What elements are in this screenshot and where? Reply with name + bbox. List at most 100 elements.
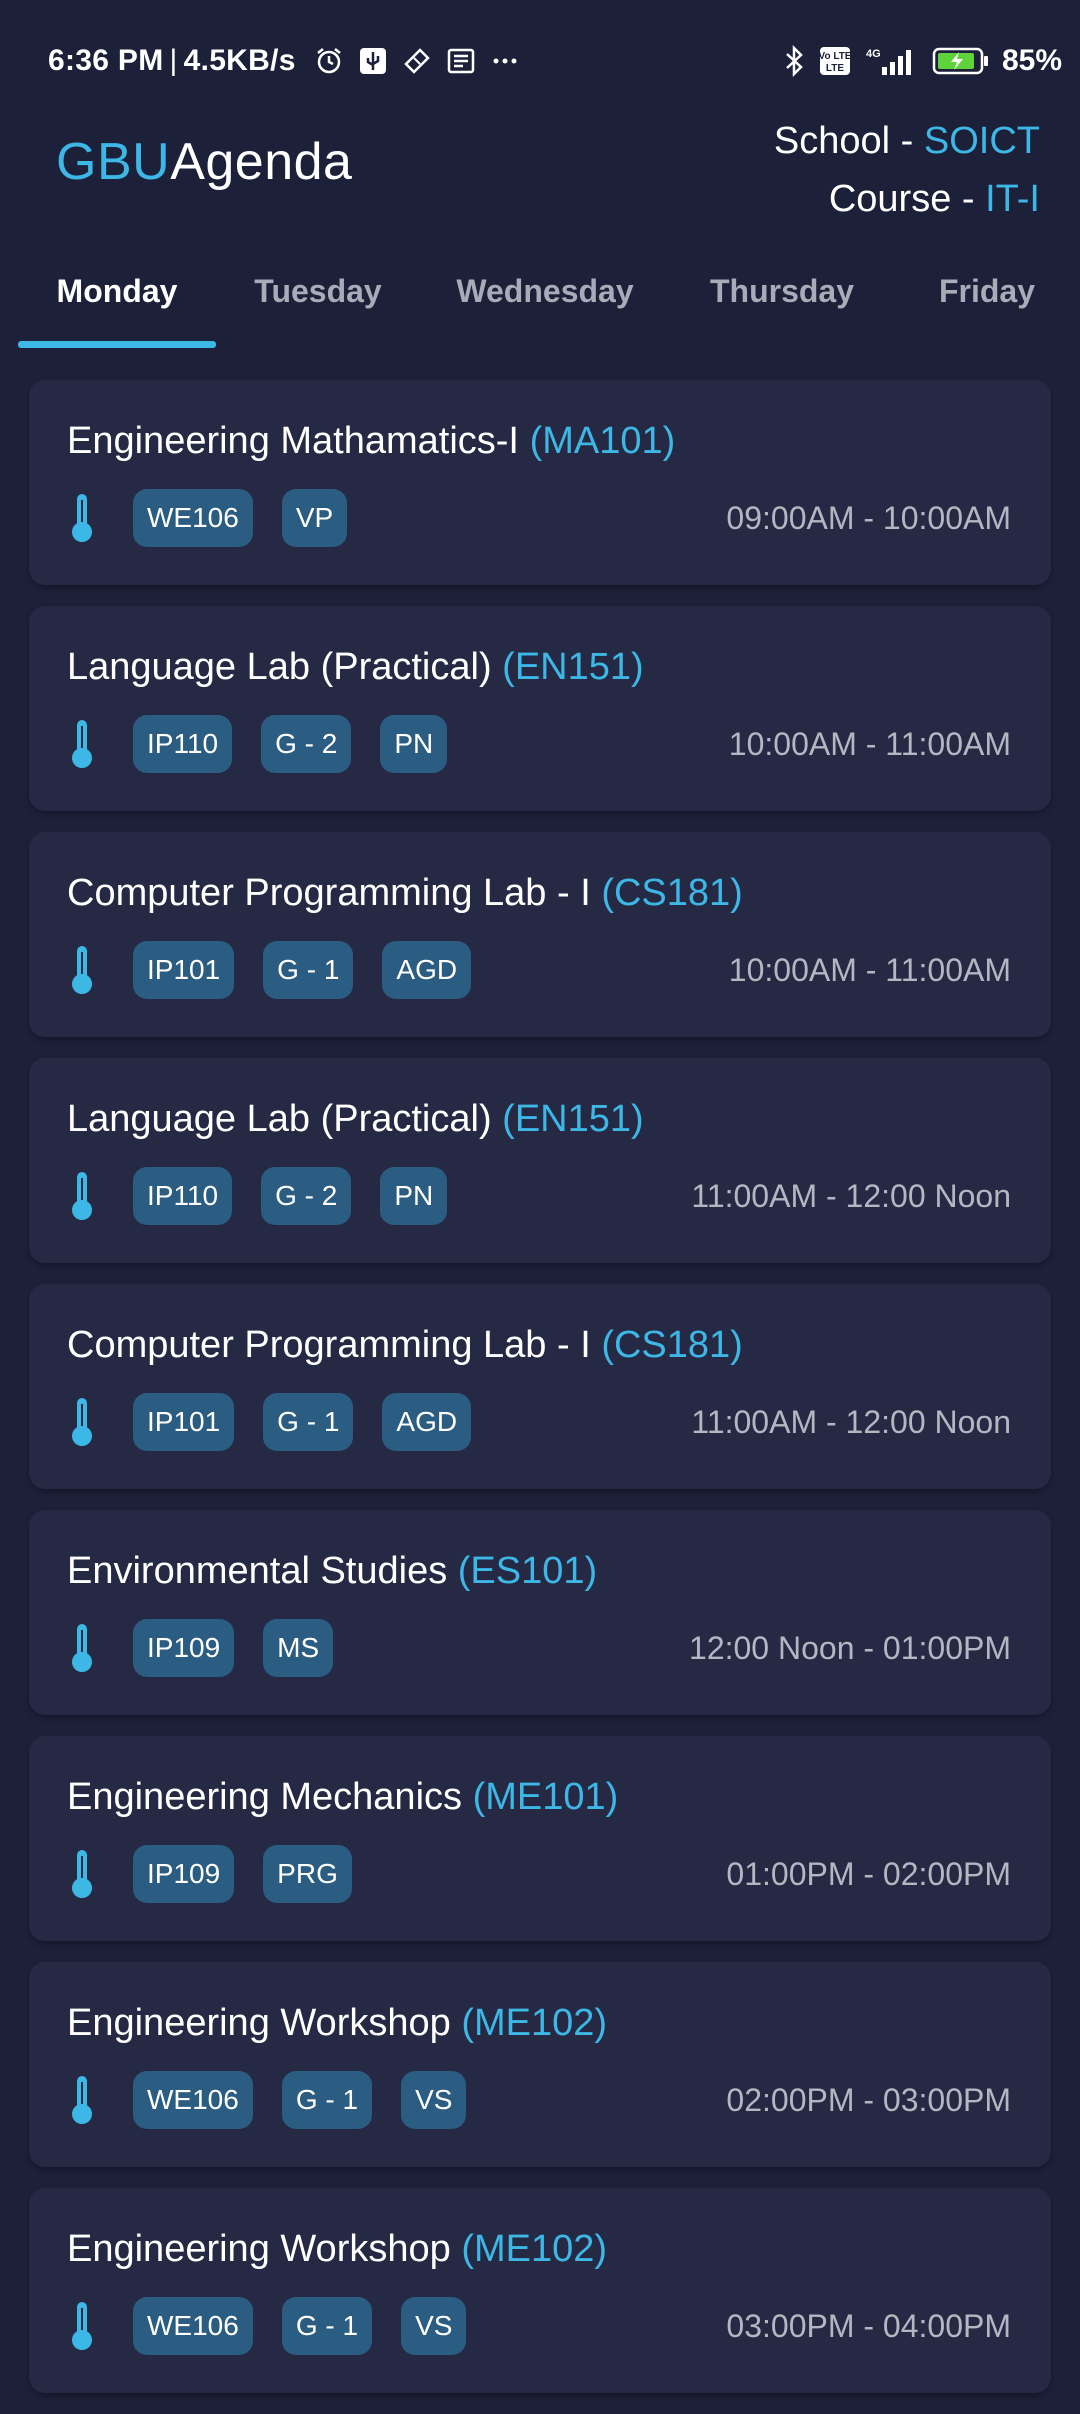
class-title: Computer Programming Lab - I (CS181) — [67, 1324, 743, 1367]
class-tag: IP109 — [133, 1619, 235, 1677]
class-list: Engineering Mathamatics-I (MA101) WE106 VP… — [29, 380, 1051, 2414]
subject-name: Computer Programming Lab - I — [67, 872, 591, 914]
class-details: WE106 VP 09:00AM - 10:00AM — [67, 488, 1011, 548]
clock: 6:36 PM — [48, 44, 164, 77]
class-title: Engineering Mathamatics-I (MA101) — [67, 420, 675, 463]
thermometer-icon — [67, 1620, 97, 1676]
ticket-icon — [400, 44, 434, 78]
subject-name: Computer Programming Lab - I — [67, 1324, 591, 1366]
class-title: Language Lab (Practical) (EN151) — [67, 646, 644, 689]
class-tag: G - 1 — [281, 2071, 373, 2129]
class-card[interactable]: Engineering Mathamatics-I (MA101) WE106 VP… — [29, 380, 1051, 585]
subject-name: Language Lab (Practical) — [67, 646, 492, 688]
day-tabs: Monday Tuesday Wednesday Thursday Friday — [18, 250, 1080, 350]
subject-code: (ME101) — [472, 1776, 619, 1818]
class-tag: G - 2 — [261, 715, 352, 773]
thermometer-icon — [67, 1846, 97, 1902]
network-type: 4G — [866, 48, 881, 60]
thermometer-icon — [67, 490, 97, 546]
tab-tuesday[interactable]: Tuesday — [216, 250, 420, 332]
class-tag: IP110 — [133, 1167, 233, 1225]
tab-thursday[interactable]: Thursday — [670, 250, 894, 332]
class-card[interactable]: Engineering Mechanics (ME101) IP109 PRG 01:… — [29, 1736, 1051, 1941]
course-label: Course - — [828, 178, 986, 220]
app-title: GBUAgenda — [56, 132, 352, 192]
class-tag: IP101 — [133, 1393, 235, 1451]
class-tag: G - 1 — [263, 1393, 354, 1451]
news-icon — [444, 44, 478, 78]
tab-wednesday[interactable]: Wednesday — [420, 250, 670, 332]
class-tag: IP109 — [133, 1845, 235, 1903]
class-tag: MS — [263, 1619, 334, 1677]
school-value: SOICT — [923, 120, 1040, 162]
class-time: 03:00PM - 04:00PM — [726, 2307, 1011, 2344]
class-details: IP109 MS 12:00 Noon - 01:00PM — [67, 1618, 1011, 1678]
class-time: 11:00AM - 12:00 Noon — [691, 1177, 1011, 1214]
class-card[interactable]: Computer Programming Lab - I (CS181) IP10… — [29, 832, 1051, 1037]
usb-icon — [356, 44, 390, 78]
subject-code: (ME102) — [461, 2228, 608, 2270]
class-details: IP101 G - 1 AGD 11:00AM - 12:00 Noon — [67, 1392, 1011, 1452]
class-time: 12:00 Noon - 01:00PM — [689, 1629, 1011, 1666]
subject-name: Engineering Mechanics — [67, 1776, 463, 1818]
signal-icon: 4G — [864, 45, 920, 77]
subject-name: Language Lab (Practical) — [67, 1098, 492, 1140]
subject-name: Engineering Mathamatics-I — [67, 420, 519, 462]
class-title: Engineering Workshop (ME102) — [67, 2228, 607, 2271]
class-tag: AGD — [382, 1393, 472, 1451]
class-title: Engineering Workshop (ME102) — [67, 2002, 607, 2045]
subject-code: (MA101) — [529, 420, 676, 462]
thermometer-icon — [67, 2072, 97, 2128]
status-separator: | — [169, 44, 178, 77]
class-tag: AGD — [382, 941, 472, 999]
class-card[interactable]: Language Lab (Practical) (EN151) IP110 G -… — [29, 1058, 1051, 1263]
class-title: Computer Programming Lab - I (CS181) — [67, 872, 743, 915]
class-tag: IP110 — [133, 715, 233, 773]
class-card[interactable]: Language Lab (Practical) (EN151) IP110 G -… — [29, 606, 1051, 811]
class-time: 10:00AM - 11:00AM — [728, 725, 1011, 762]
class-tag: WE106 — [133, 2297, 253, 2355]
class-details: WE106 G - 1 VS 03:00PM - 04:00PM — [67, 2296, 1011, 2356]
class-tag: G - 2 — [261, 1167, 352, 1225]
class-details: IP109 PRG 01:00PM - 02:00PM — [67, 1844, 1011, 1904]
class-tag: WE106 — [133, 489, 253, 547]
battery-icon — [932, 45, 990, 77]
class-details: IP101 G - 1 AGD 10:00AM - 11:00AM — [67, 940, 1011, 1000]
school-label: School - — [773, 120, 924, 162]
class-tag: VS — [401, 2297, 467, 2355]
class-card[interactable]: Computer Programming Lab - I (CS181) IP10… — [29, 1284, 1051, 1489]
bluetooth-icon — [782, 45, 806, 77]
class-tag: WE106 — [133, 2071, 253, 2129]
volte-top: Vo LTE — [818, 51, 851, 62]
notification-icons — [312, 44, 532, 78]
thermometer-icon — [67, 942, 97, 998]
class-details: WE106 G - 1 VS 02:00PM - 03:00PM — [67, 2070, 1011, 2130]
svg-text:LTE: LTE — [826, 63, 844, 74]
network-speed: 4.5KB/s — [183, 44, 296, 77]
school-line: School - SOICT — [774, 112, 1040, 170]
class-card[interactable]: Engineering Workshop (ME102) WE106 G - 1 VS… — [29, 2188, 1051, 2393]
class-details: IP110 G - 2 PN 11:00AM - 12:00 Noon — [67, 1166, 1011, 1226]
status-bar-left: 6:36 PM | 4.5KB/s — [48, 44, 532, 78]
volte-icon: Vo LTE LTE — [818, 45, 852, 77]
tab-friday[interactable]: Friday — [894, 250, 1080, 332]
app-title-accent: GBU — [56, 133, 171, 191]
subject-code: (EN151) — [502, 1098, 644, 1140]
tab-monday[interactable]: Monday — [18, 250, 216, 348]
subject-name: Engineering Workshop — [67, 2228, 451, 2270]
status-bar-right: Vo LTE LTE 4G 85% — [770, 44, 1062, 78]
subject-code: (ME102) — [461, 2002, 608, 2044]
subject-name: Engineering Workshop — [67, 2002, 451, 2044]
class-time: 11:00AM - 12:00 Noon — [691, 1403, 1011, 1440]
class-card[interactable]: Environmental Studies (ES101) IP109 MS 12:0… — [29, 1510, 1051, 1715]
course-value: IT-I — [985, 178, 1040, 220]
class-title: Engineering Mechanics (ME101) — [67, 1776, 618, 1819]
class-title: Language Lab (Practical) (EN151) — [67, 1098, 644, 1141]
subject-code: (CS181) — [601, 1324, 743, 1366]
thermometer-icon — [67, 716, 97, 772]
class-card[interactable]: Engineering Workshop (ME102) WE106 G - 1 VS… — [29, 1962, 1051, 2167]
thermometer-icon — [67, 1394, 97, 1450]
battery-percent: 85% — [1001, 44, 1062, 77]
subject-name: Environmental Studies — [67, 1550, 448, 1592]
class-time: 01:00PM - 02:00PM — [726, 1855, 1011, 1892]
